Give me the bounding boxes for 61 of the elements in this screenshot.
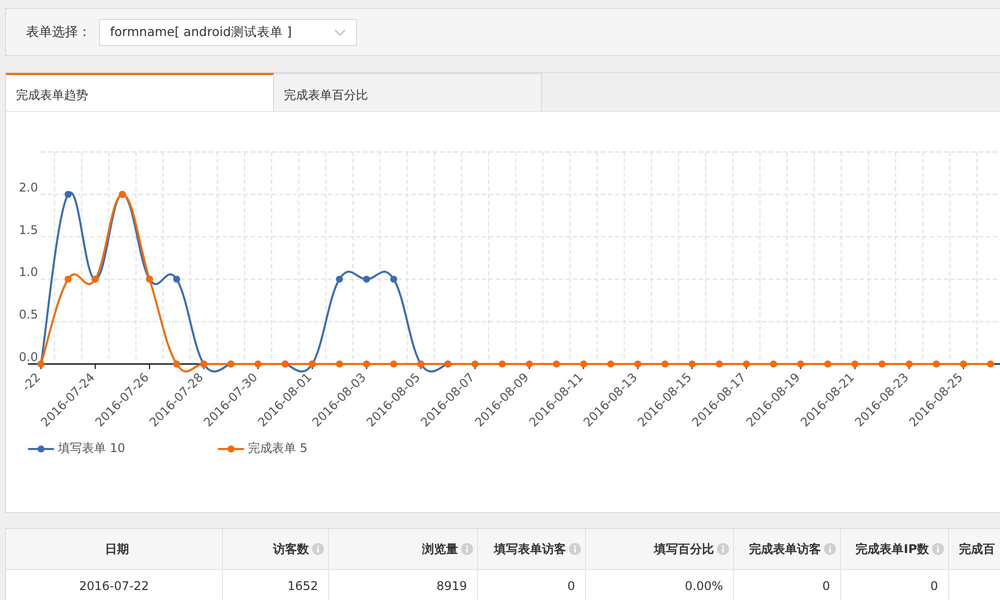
column-header: 填写表单访客 [494,540,566,558]
column-header: 浏览量 [422,540,458,558]
data-point [580,360,588,368]
axis-label: 2.0 [18,180,38,194]
table-cell: 8919 [436,579,467,593]
column-header: 填写百分比 [654,540,714,558]
column-header: 完成百 [959,540,995,558]
data-point [662,360,668,368]
data-point [742,360,750,368]
data-point [770,360,777,368]
data-point [173,276,180,283]
data-point [336,276,343,283]
table-cell: 2016-07-22 [79,579,149,593]
tab[interactable]: 完成表单百分比 [274,73,542,111]
data-point [526,360,533,368]
data-point [851,360,858,368]
data-point [498,360,506,368]
axis-label: 0.0 [18,350,38,364]
data-point [932,360,940,368]
data-point [64,276,72,283]
data-point [472,360,479,368]
axis-label: 1.5 [18,222,38,237]
data-point [716,360,723,368]
form-select[interactable]: formname[ android测试表单 ] [99,18,357,46]
table-cell: 1652 [287,579,318,593]
legend-label[interactable]: 填写表单 10 [58,440,126,457]
data-point [607,360,614,368]
data-point [552,360,560,368]
legend-icon [28,444,54,452]
data-point [336,360,343,368]
axis-label: 0.5 [18,308,38,322]
table-cell: 0 [567,579,575,593]
column-header: 完成表单访客 [749,540,821,558]
data-point [906,360,913,368]
data-point [390,276,398,283]
filter-label: 表单选择： [26,24,91,41]
table-cell: 0 [822,579,830,593]
data-point [824,360,832,368]
axis-label: -22 [19,370,44,394]
data-point [173,360,180,368]
data-point [64,190,72,198]
column-header: 访客数 [273,540,309,558]
data-point [878,360,886,368]
legend-label[interactable]: 完成表单 5 [248,440,308,457]
column-header: 日期 [105,540,129,558]
axis-label: 1.0 [18,265,38,280]
column-header: 完成表单IP数 [856,540,929,558]
data-point [363,360,370,368]
data-point [390,360,398,368]
legend-icon [218,444,244,452]
table-cell: 0 [930,579,938,593]
data-point [688,360,696,368]
data-point [634,360,642,368]
chevron-down-icon [334,28,346,36]
tab[interactable]: 完成表单趋势 [6,73,274,111]
data-point [363,276,370,283]
data-point [254,360,262,368]
data-point [960,360,967,368]
data-point [987,360,994,368]
data-point [797,360,804,368]
table-cell: 0.00% [684,579,723,593]
